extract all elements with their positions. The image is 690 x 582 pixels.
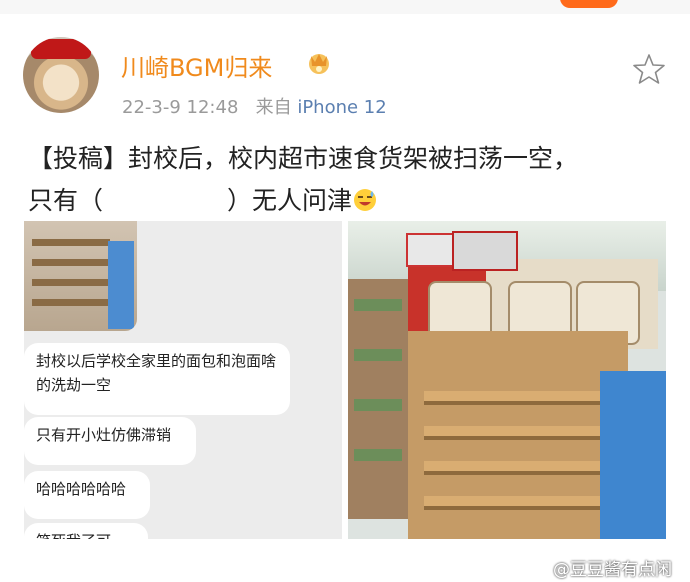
avatar-decoration [31, 39, 91, 59]
photo-empty-shelf [424, 461, 620, 471]
star-icon[interactable] [632, 52, 666, 86]
thumb-shelf [32, 239, 110, 246]
crown-icon [309, 54, 329, 74]
weibo-icon [531, 561, 552, 578]
thumb-shelf [32, 299, 110, 306]
post-source[interactable]: iPhone 12 [297, 97, 386, 118]
watermark-text: @豆豆酱有点闲 [553, 560, 672, 580]
post-text-line1: 【投稿】封校后，校内超市速食货架被扫荡一空， [28, 144, 579, 173]
photo-sign [452, 231, 518, 271]
post-text: 【投稿】封校后，校内超市速食货架被扫荡一空， 只有（ ）无人问津 [28, 138, 668, 222]
photo-goods [354, 449, 402, 461]
post-text-line2-start: 只有（ [28, 186, 104, 215]
thumb-shelf [32, 259, 110, 266]
photo-empty-shelf [424, 496, 620, 506]
chat-message: 笑死我了可 [24, 523, 148, 539]
photo-goods [354, 399, 402, 411]
post-date: 22-3-9 12:48 [122, 97, 239, 118]
photo-goods [354, 349, 402, 361]
photo-goods [354, 299, 402, 311]
photo-blue-rack [600, 371, 666, 539]
chat-screenshot-image[interactable]: 封校以后学校全家里的面包和泡面啥的洗劫一空 只有开小灶仿佛滞销 哈哈哈哈哈哈 笑… [24, 221, 342, 539]
store-shelf-photo[interactable] [348, 221, 666, 539]
shelf-thumbnail [24, 221, 137, 331]
photo-empty-shelf [424, 426, 620, 436]
sweat-laugh-emoji [354, 189, 377, 211]
top-badge [560, 0, 618, 8]
watermark: @豆豆酱有点闲 [531, 555, 672, 580]
post-meta: 22-3-9 12:48 来自 iPhone 12 [122, 93, 387, 119]
source-prefix: 来自 [255, 97, 292, 118]
avatar[interactable] [23, 37, 99, 113]
thumb-shelf [32, 279, 110, 286]
username[interactable]: 川崎BGM归来 [121, 48, 272, 83]
chat-message: 只有开小灶仿佛滞销 [24, 417, 196, 465]
photo-left-rack [348, 279, 408, 519]
chat-message: 封校以后学校全家里的面包和泡面啥的洗劫一空 [24, 343, 290, 415]
post-text-line2: 只有（ ）无人问津 [28, 180, 668, 222]
top-bar [0, 0, 690, 14]
thumb-blue-rack [108, 241, 134, 329]
chat-message: 哈哈哈哈哈哈 [24, 471, 150, 519]
post-text-line2-end: ）无人问津 [227, 186, 353, 215]
photo-empty-shelf [424, 391, 620, 401]
